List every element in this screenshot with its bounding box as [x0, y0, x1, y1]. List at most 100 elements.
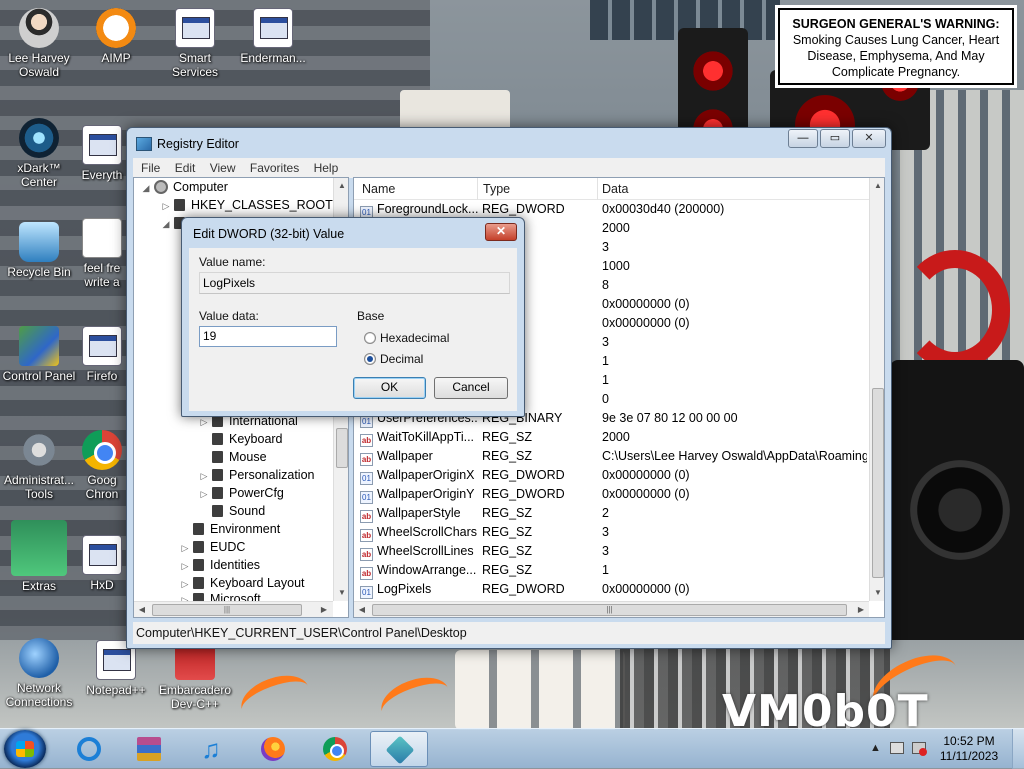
taskbar-winrar[interactable]: [124, 731, 174, 767]
desktop-icon-aimp[interactable]: AIMP: [78, 8, 154, 65]
tree-item-mouse[interactable]: Mouse: [198, 448, 267, 466]
start-button[interactable]: [4, 730, 46, 768]
taskbar-firefox[interactable]: [248, 731, 298, 767]
expand-arrow-icon[interactable]: ◢: [160, 215, 172, 233]
expand-arrow-icon[interactable]: ▷: [160, 197, 172, 215]
taskbar-registry-editor[interactable]: [370, 731, 428, 767]
list-vertical-scrollbar[interactable]: ▲ ▼: [869, 178, 884, 601]
tree-item-identities[interactable]: ▷ Identities: [179, 556, 261, 575]
show-hidden-icons-button[interactable]: ▲: [870, 742, 881, 754]
desktop-icon-label: Recycle Bin: [7, 265, 71, 279]
value-row[interactable]: ab WaitToKillAppTi... REG_SZ 2000: [354, 428, 869, 447]
desktop-icon-label: Notepad++: [86, 683, 146, 697]
expand-arrow-icon[interactable]: ▷: [198, 467, 210, 485]
cancel-button[interactable]: Cancel: [434, 377, 508, 399]
decimal-radio[interactable]: [364, 353, 376, 365]
menu-help[interactable]: Help: [310, 159, 346, 177]
clock-time: 10:52 PM: [943, 734, 995, 748]
value-row[interactable]: 01 WallpaperOriginY REG_DWORD 0x00000000 (0…: [354, 485, 869, 504]
scroll-down-arrow-icon[interactable]: ▼: [870, 585, 884, 601]
scroll-thumb[interactable]: |||: [152, 604, 302, 616]
desktop-icon-xdark-center[interactable]: xDark™ Center: [1, 118, 77, 189]
tree-item-eudc[interactable]: ▷ EUDC: [179, 538, 246, 557]
column-header-type[interactable]: Type: [483, 182, 510, 196]
scroll-up-arrow-icon[interactable]: ▲: [870, 178, 884, 194]
desktop-icon-lee-harvey-oswald[interactable]: Lee Harvey Oswald: [1, 8, 77, 79]
show-desktop-button[interactable]: [1012, 729, 1024, 769]
admin-tools-icon: [19, 430, 59, 470]
tree-horizontal-scrollbar[interactable]: ◀ ||| ▶: [134, 601, 333, 617]
tree-item-label: Sound: [229, 504, 266, 518]
tree-item-computer[interactable]: ◢ Computer: [140, 178, 228, 196]
close-button[interactable]: ✕: [852, 129, 886, 148]
scroll-thumb[interactable]: [872, 388, 884, 578]
value-row[interactable]: 01 WallpaperOriginX REG_DWORD 0x00000000 (0…: [354, 466, 869, 485]
scroll-right-arrow-icon[interactable]: ▶: [316, 602, 332, 617]
tree-item-sound[interactable]: Sound: [198, 502, 265, 520]
desktop-icon-hxd[interactable]: HxD: [78, 535, 126, 592]
scroll-left-arrow-icon[interactable]: ◀: [134, 602, 150, 617]
value-row[interactable]: ab WindowArrange... REG_SZ 1: [354, 561, 869, 580]
tree-item-powercfg[interactable]: ▷ PowerCfg: [198, 484, 284, 502]
ok-button[interactable]: OK: [353, 377, 426, 399]
expand-arrow-icon[interactable]: ◢: [140, 179, 152, 197]
expand-arrow-icon[interactable]: ▷: [179, 539, 191, 557]
folder-icon: [212, 487, 223, 499]
menu-favorites[interactable]: Favorites: [246, 159, 306, 177]
menu-file[interactable]: File: [137, 159, 167, 177]
desktop-icon-extras[interactable]: Extras: [1, 520, 77, 593]
value-data-cell: 0x00000000 (0): [602, 487, 690, 501]
value-data-input[interactable]: 19: [199, 326, 337, 347]
column-header-data[interactable]: Data: [602, 182, 628, 196]
tree-item-environment[interactable]: Environment: [179, 520, 280, 538]
taskbar-chrome[interactable]: [310, 731, 360, 767]
value-row[interactable]: 01 LogPixels REG_DWORD 0x00000000 (0): [354, 580, 869, 599]
hexadecimal-radio[interactable]: [364, 332, 376, 344]
clock[interactable]: 10:52 PM 11/11/2023: [934, 734, 1004, 764]
desktop-icon-recycle-bin[interactable]: Recycle Bin: [1, 222, 77, 279]
tree-item-hkey-classes-root[interactable]: ▷ HKEY_CLASSES_ROOT: [160, 196, 333, 214]
value-row[interactable]: ab Wallpaper REG_SZ C:\Users\Lee Harvey Osw…: [354, 447, 869, 466]
window-titlebar[interactable]: Registry Editor — ▭ ✕: [127, 128, 891, 158]
scroll-up-arrow-icon[interactable]: ▲: [334, 178, 348, 194]
desktop-icon-administrative-tools[interactable]: Administrat... Tools: [1, 430, 77, 501]
value-type-cell: REG_SZ: [482, 563, 533, 577]
taskbar-internet-explorer[interactable]: [64, 731, 114, 767]
list-horizontal-scrollbar[interactable]: ◀ ||| ▶: [354, 601, 869, 617]
desktop-icon-firefox[interactable]: Firefo: [78, 326, 126, 383]
value-data-cell: 8: [602, 278, 609, 292]
value-row[interactable]: ab WheelScrollLines REG_SZ 3: [354, 542, 869, 561]
desktop-icon-dev-cpp[interactable]: Embarcadero Dev-C++: [157, 640, 233, 711]
desktop-icon-network-connections[interactable]: Network Connections: [1, 638, 77, 709]
minimize-button[interactable]: —: [788, 129, 818, 148]
value-data-cell: 2000: [602, 430, 630, 444]
column-header-name[interactable]: Name: [362, 182, 395, 196]
value-name-text: WheelScrollLines: [377, 544, 474, 558]
maximize-button[interactable]: ▭: [820, 129, 850, 148]
menu-edit[interactable]: Edit: [171, 159, 203, 177]
scroll-right-arrow-icon[interactable]: ▶: [853, 602, 869, 617]
hexadecimal-label[interactable]: Hexadecimal: [380, 331, 449, 345]
scroll-thumb[interactable]: |||: [372, 604, 847, 616]
dialog-close-button[interactable]: ✕: [485, 223, 517, 241]
expand-arrow-icon[interactable]: ▷: [198, 485, 210, 503]
expand-arrow-icon[interactable]: ▷: [179, 557, 191, 575]
folder-icon: [212, 469, 223, 481]
value-row[interactable]: ab WallpaperStyle REG_SZ 2: [354, 504, 869, 523]
action-center-icon[interactable]: [890, 742, 904, 754]
scroll-down-arrow-icon[interactable]: ▼: [334, 585, 348, 601]
desktop-icon-feel-free[interactable]: feel fre write a: [78, 218, 126, 289]
decimal-label[interactable]: Decimal: [380, 352, 423, 366]
desktop-icon-enderman[interactable]: Enderman...: [235, 8, 311, 65]
tree-item-keyboard[interactable]: Keyboard: [198, 430, 283, 448]
scroll-thumb[interactable]: [336, 428, 348, 468]
scroll-left-arrow-icon[interactable]: ◀: [354, 602, 370, 617]
value-row[interactable]: ab WheelScrollChars REG_SZ 3: [354, 523, 869, 542]
desktop-icon-control-panel[interactable]: Control Panel: [1, 326, 77, 383]
desktop-icon-google-chrome[interactable]: Goog Chron: [78, 430, 126, 501]
desktop-icon-smart-services[interactable]: Smart Services: [157, 8, 233, 79]
desktop-icon-everything[interactable]: Everyth: [78, 125, 126, 182]
taskbar-music-player[interactable]: ♫: [186, 731, 236, 767]
tree-item-personalization[interactable]: ▷ Personalization: [198, 466, 315, 485]
menu-view[interactable]: View: [206, 159, 243, 177]
